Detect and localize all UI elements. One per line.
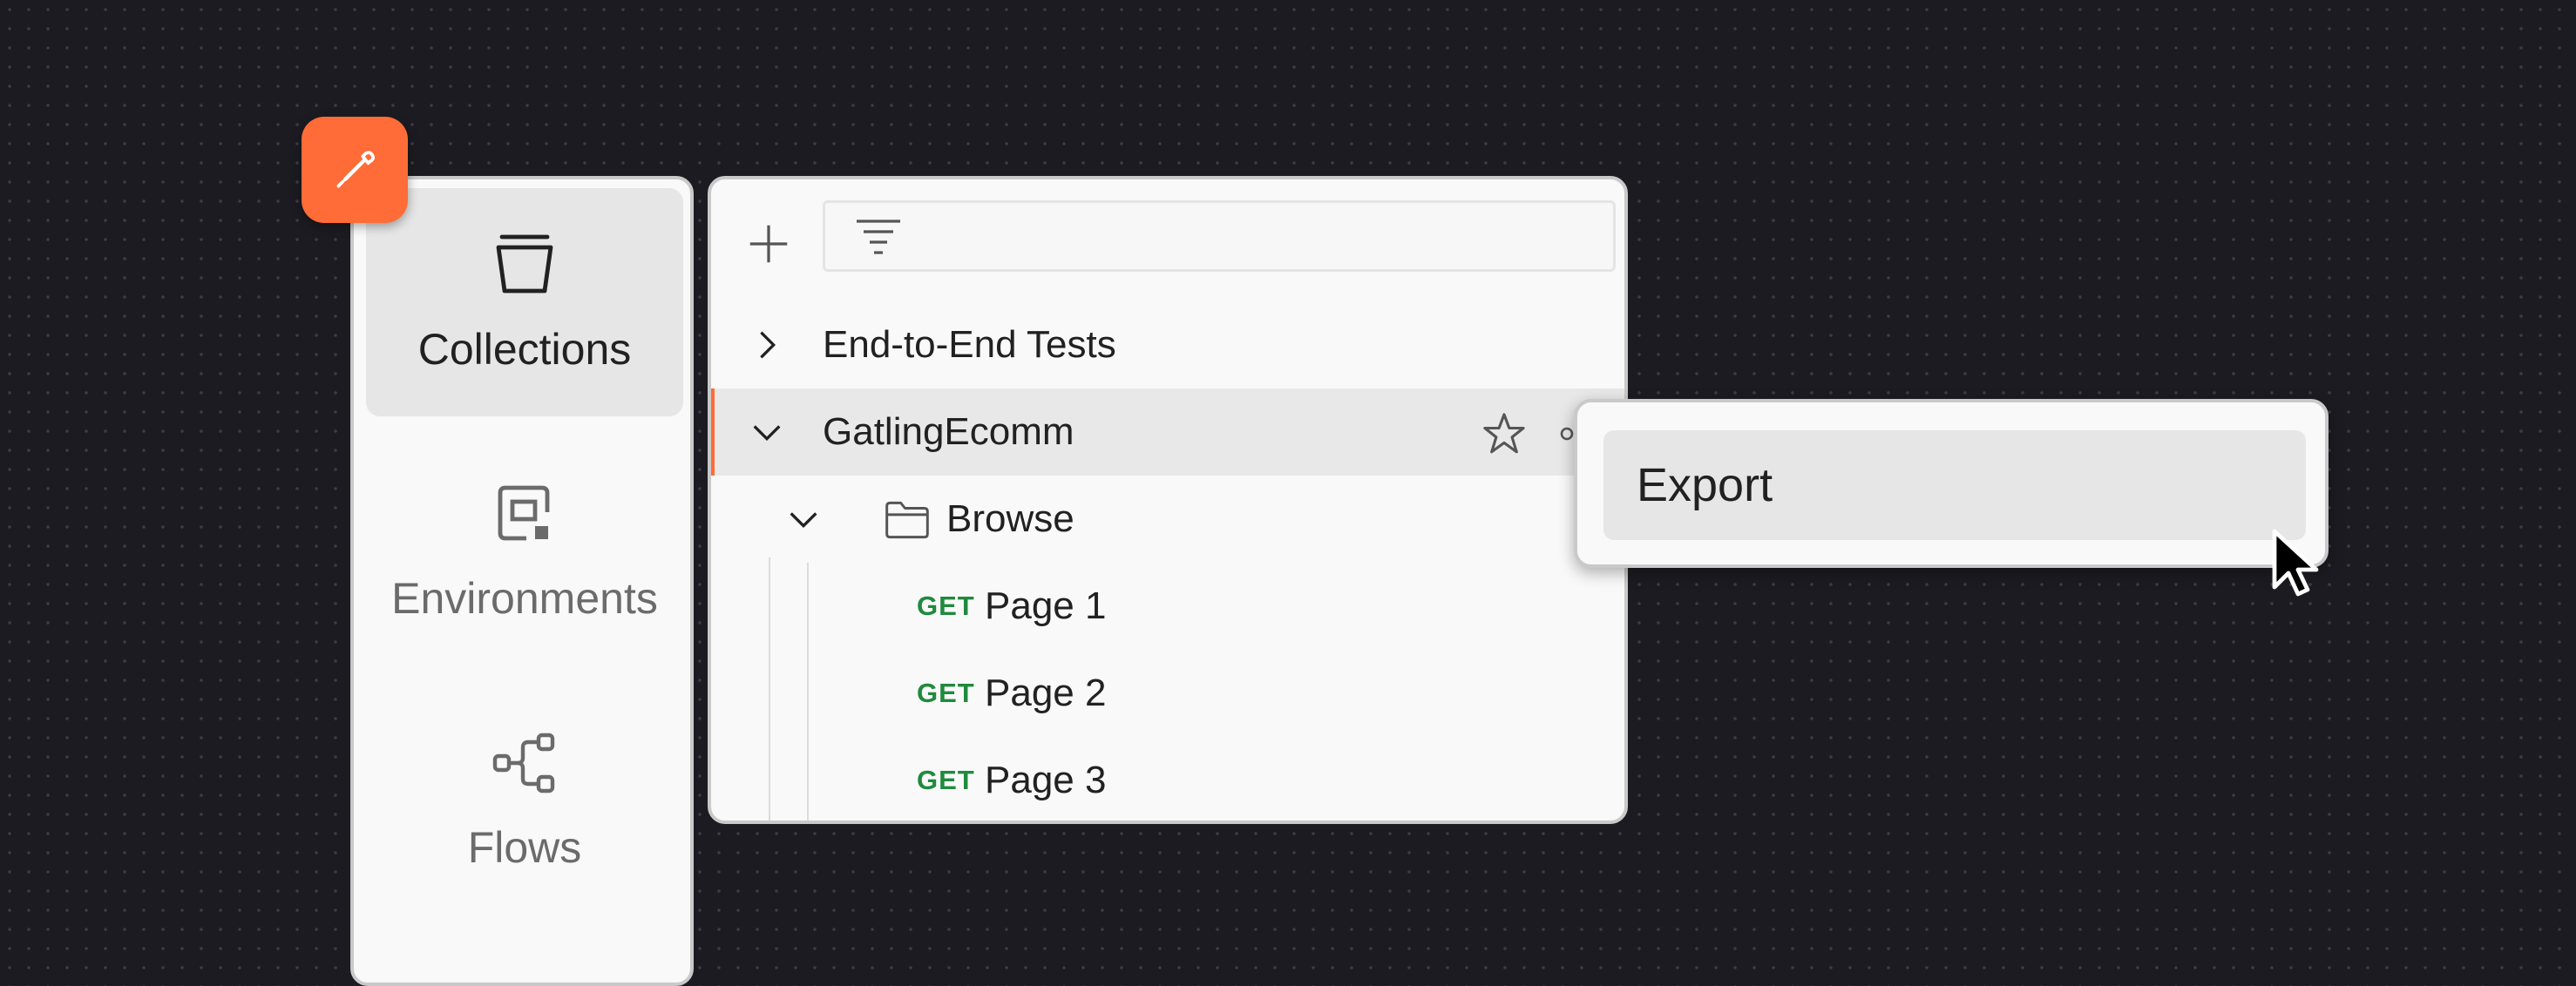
sidebar-item-label: Flows xyxy=(467,823,582,872)
filter-input[interactable] xyxy=(823,200,1616,272)
filter-icon xyxy=(857,219,900,254)
environments-icon xyxy=(498,485,550,541)
method-badge: GET xyxy=(917,591,975,621)
folder-icon xyxy=(885,501,929,539)
request-name: Page 1 xyxy=(985,584,1107,627)
request-name: Page 2 xyxy=(985,672,1107,714)
request-row[interactable]: GET Page 2 xyxy=(711,650,1624,737)
chevron-down-icon[interactable] xyxy=(748,413,786,451)
sidebar-item-label: Collections xyxy=(417,325,632,374)
postman-logo-icon xyxy=(336,151,376,188)
folder-row-browse[interactable]: Browse xyxy=(711,476,1624,563)
star-icon[interactable] xyxy=(1481,411,1527,456)
method-badge: GET xyxy=(917,678,975,708)
collection-name: End-to-End Tests xyxy=(823,323,1116,366)
sidebar-item-environments[interactable]: Environments xyxy=(366,437,683,665)
app-logo[interactable] xyxy=(302,117,408,223)
sidebar: Collections Environments Flows xyxy=(350,176,694,986)
menu-item-export[interactable]: Export xyxy=(1603,430,2306,540)
folder-name: Browse xyxy=(946,497,1074,540)
sidebar-item-collections[interactable]: Collections xyxy=(366,188,683,416)
request-row[interactable]: GET Page 1 xyxy=(711,563,1624,650)
sidebar-item-flows[interactable]: Flows xyxy=(366,686,683,915)
collection-row-gatlingecomm[interactable]: GatlingEcomm xyxy=(711,388,1624,476)
chevron-right-icon[interactable] xyxy=(748,326,786,364)
collection-row-end-to-end-tests[interactable]: End-to-End Tests xyxy=(711,301,1624,388)
collections-panel: End-to-End Tests GatlingEcomm Browse GET… xyxy=(708,176,1628,824)
flows-icon xyxy=(492,733,555,794)
collection-name: GatlingEcomm xyxy=(823,410,1074,453)
add-collection-button[interactable] xyxy=(742,218,795,270)
method-badge: GET xyxy=(917,765,975,795)
sidebar-item-label: Environments xyxy=(391,574,658,623)
request-name: Page 3 xyxy=(985,759,1107,801)
request-row[interactable]: GET Page 3 xyxy=(711,737,1624,821)
collections-icon xyxy=(496,234,553,294)
plus-icon xyxy=(749,225,788,263)
context-menu: Export xyxy=(1574,399,2329,568)
chevron-down-icon[interactable] xyxy=(784,500,823,538)
mouse-cursor-icon xyxy=(2272,529,2319,597)
